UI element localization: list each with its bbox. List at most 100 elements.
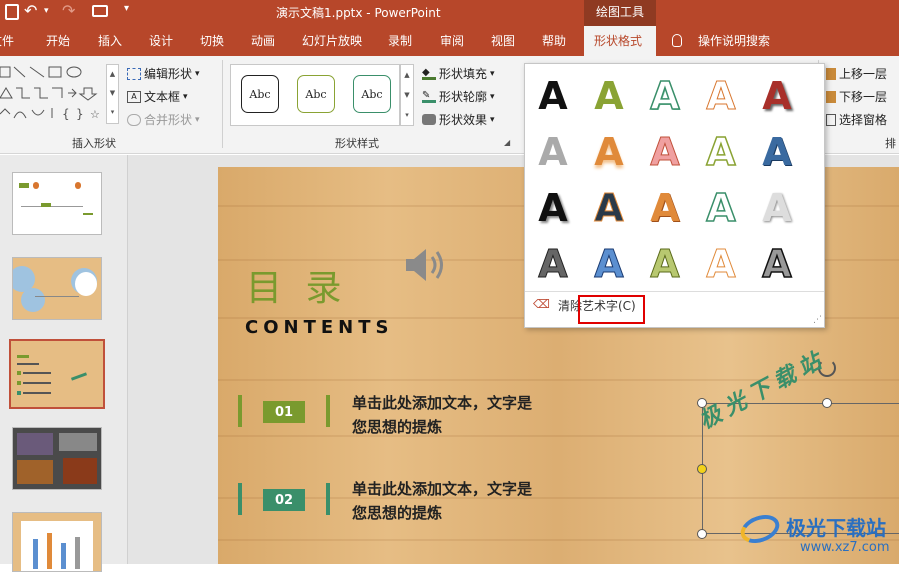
merge-shapes-label: 合并形状 xyxy=(144,113,193,127)
merge-shapes-button: 合并形状 ▾ xyxy=(127,111,200,128)
shape-outline-button[interactable]: ✎ 形状轮廓 ▾ xyxy=(422,88,495,105)
shape-styles-scroll[interactable]: ▲ ▼ ▾ xyxy=(400,64,414,126)
shapes-scroll[interactable]: ▲ ▼ ▾ xyxy=(106,64,119,124)
wordart-style-option[interactable]: A xyxy=(757,74,797,118)
slide-thumbnail-pane xyxy=(0,155,128,572)
wordart-style-option[interactable]: A xyxy=(701,186,741,230)
chevron-down-icon: ▾ xyxy=(195,114,200,125)
svg-text:{: { xyxy=(62,107,70,121)
merge-shapes-icon xyxy=(127,113,141,126)
text-box-label: 文本框 xyxy=(144,90,181,104)
shape-fill-button[interactable]: ◆ 形状填充 ▾ xyxy=(422,65,495,82)
wordart-style-option[interactable]: A xyxy=(589,242,629,286)
window-title: 演示文稿1.pptx - PowerPoint xyxy=(276,6,441,20)
shapes-gallery[interactable]: {} ☆ xyxy=(0,64,108,124)
lightbulb-icon xyxy=(672,34,682,47)
shape-style-3[interactable]: Abc xyxy=(353,75,391,113)
tab-home[interactable]: 开始 xyxy=(46,26,70,56)
wordart-style-option[interactable]: A xyxy=(645,130,685,174)
adjust-handle[interactable] xyxy=(697,464,707,474)
wordart-style-option[interactable]: A xyxy=(533,74,573,118)
tab-animations[interactable]: 动画 xyxy=(251,26,275,56)
wordart-style-option[interactable]: A xyxy=(533,130,573,174)
svg-text:}: } xyxy=(76,107,84,121)
shape-outline-label: 形状轮廓 xyxy=(439,90,488,104)
chevron-down-icon: ▾ xyxy=(490,68,495,79)
svg-text:☆: ☆ xyxy=(90,108,100,121)
item-text[interactable]: 单击此处添加文本，文字是 您思想的提炼 xyxy=(352,477,532,525)
speaker-icon[interactable] xyxy=(404,245,450,285)
dialog-launcher-icon[interactable]: ◢ xyxy=(504,138,510,147)
shape-effects-button[interactable]: 形状效果 ▾ xyxy=(422,111,495,128)
tab-slideshow[interactable]: 幻灯片放映 xyxy=(302,26,362,56)
save-icon[interactable] xyxy=(5,4,19,20)
wordart-style-option[interactable]: A xyxy=(533,186,573,230)
item-text[interactable]: 单击此处添加文本，文字是 您思想的提炼 xyxy=(352,391,532,439)
slide-thumbnail-2[interactable] xyxy=(12,257,102,320)
edit-shape-button[interactable]: 编辑形状 ▾ xyxy=(127,65,200,82)
item-number-badge: 01 xyxy=(263,401,305,423)
clear-wordart-icon: ⌫ xyxy=(533,297,550,311)
undo-dropdown-icon[interactable]: ▾ xyxy=(44,6,49,16)
wordart-style-option[interactable]: A xyxy=(701,242,741,286)
chevron-down-icon: ▾ xyxy=(490,91,495,102)
wordart-style-option[interactable]: A xyxy=(645,74,685,118)
tab-view[interactable]: 视图 xyxy=(491,26,515,56)
text-box-icon: A xyxy=(127,90,141,103)
wordart-style-option[interactable]: A xyxy=(701,74,741,118)
customize-toolbar-icon[interactable]: ▾ xyxy=(124,3,129,14)
tell-me-search[interactable]: 操作说明搜索 xyxy=(698,26,770,56)
wordart-style-option[interactable]: A xyxy=(589,186,629,230)
highlight-box xyxy=(578,295,645,324)
tab-design[interactable]: 设计 xyxy=(149,26,173,56)
item-text-line: 您思想的提炼 xyxy=(352,418,443,436)
tab-file[interactable]: 文件 xyxy=(0,26,14,56)
slide-thumbnail-5[interactable] xyxy=(12,512,102,572)
selection-pane-icon xyxy=(826,113,836,126)
item-bracket-left xyxy=(238,483,242,515)
shape-styles-group-label: 形状样式 xyxy=(335,137,379,150)
shape-fill-label: 形状填充 xyxy=(439,67,488,81)
edit-shape-icon xyxy=(127,67,141,80)
tab-insert[interactable]: 插入 xyxy=(98,26,122,56)
shape-style-2[interactable]: Abc xyxy=(297,75,335,113)
item-number-badge: 02 xyxy=(263,489,305,511)
resize-handle[interactable] xyxy=(697,529,707,539)
site-watermark: 极光下载站 www.xz7.com xyxy=(736,509,898,562)
gallery-divider xyxy=(525,291,824,292)
pen-outline-icon: ✎ xyxy=(422,90,436,103)
send-backward-button[interactable]: 下移一层 xyxy=(826,88,887,105)
resize-handle[interactable] xyxy=(822,398,832,408)
wordart-style-option[interactable]: A xyxy=(757,186,797,230)
item-bracket-left xyxy=(238,395,242,427)
present-from-start-icon[interactable] xyxy=(92,5,108,17)
selection-pane-button[interactable]: 选择窗格 xyxy=(826,111,887,128)
item-text-line: 单击此处添加文本，文字是 xyxy=(352,394,533,412)
slide-thumbnail-3-selected[interactable] xyxy=(9,339,105,409)
tab-record[interactable]: 录制 xyxy=(388,26,412,56)
wordart-style-option[interactable]: A xyxy=(533,242,573,286)
item-bracket-right xyxy=(326,483,330,515)
slide-title[interactable]: 目 录 xyxy=(246,259,347,311)
chevron-down-icon: ▾ xyxy=(183,91,188,102)
undo-icon[interactable]: ↶ xyxy=(24,1,37,20)
wordart-style-option[interactable]: A xyxy=(701,130,741,174)
slide-thumbnail-1[interactable] xyxy=(12,172,102,235)
slide-subtitle[interactable]: CONTENTS xyxy=(245,317,393,338)
item-text-line: 单击此处添加文本，文字是 xyxy=(352,480,533,498)
tab-review[interactable]: 审阅 xyxy=(440,26,464,56)
bring-forward-button[interactable]: 上移一层 xyxy=(826,65,887,82)
wordart-style-option[interactable]: A xyxy=(757,242,797,286)
wordart-style-option[interactable]: A xyxy=(589,130,629,174)
wordart-style-option[interactable]: A xyxy=(645,242,685,286)
tab-help[interactable]: 帮助 xyxy=(542,26,566,56)
wordart-style-option[interactable]: A xyxy=(589,74,629,118)
slide-thumbnail-4[interactable] xyxy=(12,427,102,490)
selection-pane-label: 选择窗格 xyxy=(839,113,888,127)
text-box-button[interactable]: A 文本框 ▾ xyxy=(127,88,188,105)
wordart-style-option[interactable]: A xyxy=(645,186,685,230)
shape-style-1[interactable]: Abc xyxy=(241,75,279,113)
resize-grip-icon[interactable]: ⋰ xyxy=(813,315,822,325)
wordart-style-option[interactable]: A xyxy=(757,130,797,174)
tab-transitions[interactable]: 切换 xyxy=(200,26,224,56)
